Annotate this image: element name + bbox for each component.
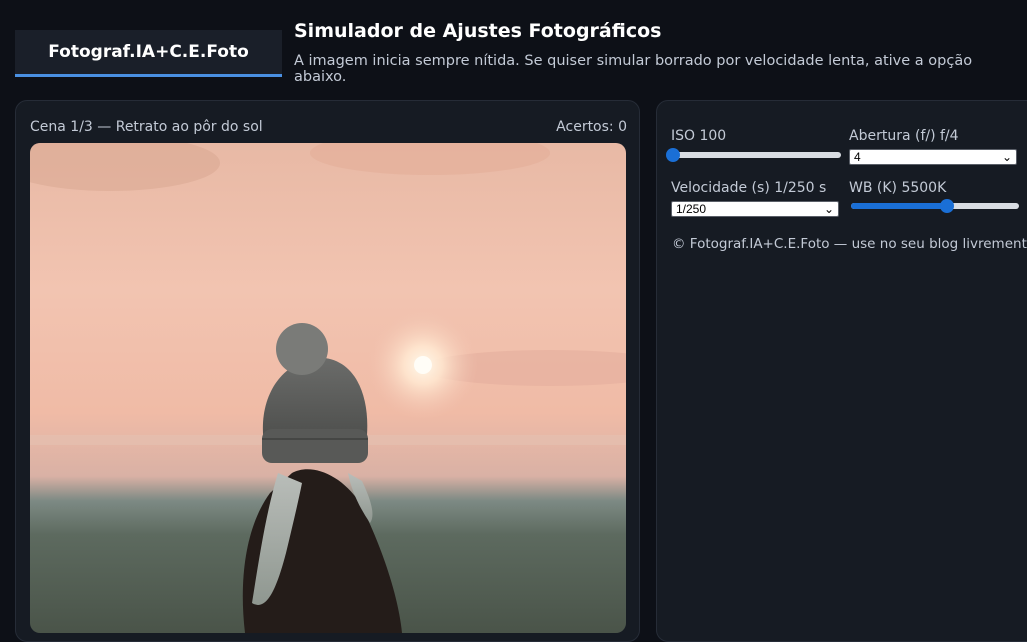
chevron-down-icon: ⌄ bbox=[1001, 150, 1012, 164]
aperture-select[interactable]: 4 ⌄ bbox=[849, 149, 1017, 165]
score-label: Acertos: 0 bbox=[556, 119, 627, 135]
wb-slider-fill bbox=[851, 203, 947, 209]
copyright-note: © Fotograf.IA+C.E.Foto — use no seu blog… bbox=[672, 236, 1027, 252]
aperture-label: Abertura (f/) f/4 bbox=[849, 128, 959, 144]
wb-label: WB (K) 5500K bbox=[849, 180, 947, 196]
shutter-label: Velocidade (s) 1/250 s bbox=[671, 180, 827, 196]
scene-label: Cena 1/3 — Retrato ao pôr do sol bbox=[30, 119, 263, 135]
page-title: Simulador de Ajustes Fotográficos bbox=[294, 20, 662, 42]
aperture-select-value: 4 bbox=[854, 150, 861, 164]
iso-label: ISO 100 bbox=[671, 128, 727, 144]
logo-tab[interactable]: Fotograf.IA+C.E.Foto bbox=[15, 30, 282, 77]
chevron-down-icon: ⌄ bbox=[823, 202, 834, 216]
wb-slider[interactable] bbox=[851, 199, 1019, 213]
logo-text: Fotograf.IA+C.E.Foto bbox=[48, 42, 249, 62]
scene-panel: Cena 1/3 — Retrato ao pôr do sol Acertos… bbox=[15, 100, 640, 642]
scene-photo bbox=[30, 143, 626, 633]
shutter-select-value: 1/250 bbox=[676, 202, 707, 216]
wb-slider-thumb[interactable] bbox=[939, 199, 954, 213]
iso-slider-thumb[interactable] bbox=[666, 148, 680, 162]
page-subtitle: A imagem inicia sempre nítida. Se quiser… bbox=[294, 53, 973, 85]
shutter-select[interactable]: 1/250 ⌄ bbox=[671, 201, 839, 217]
controls-panel: ISO 100 Abertura (f/) f/4 4 ⌄ Velocidade… bbox=[656, 100, 1027, 642]
sunset-portrait-image bbox=[30, 143, 626, 633]
iso-slider[interactable] bbox=[666, 148, 841, 162]
